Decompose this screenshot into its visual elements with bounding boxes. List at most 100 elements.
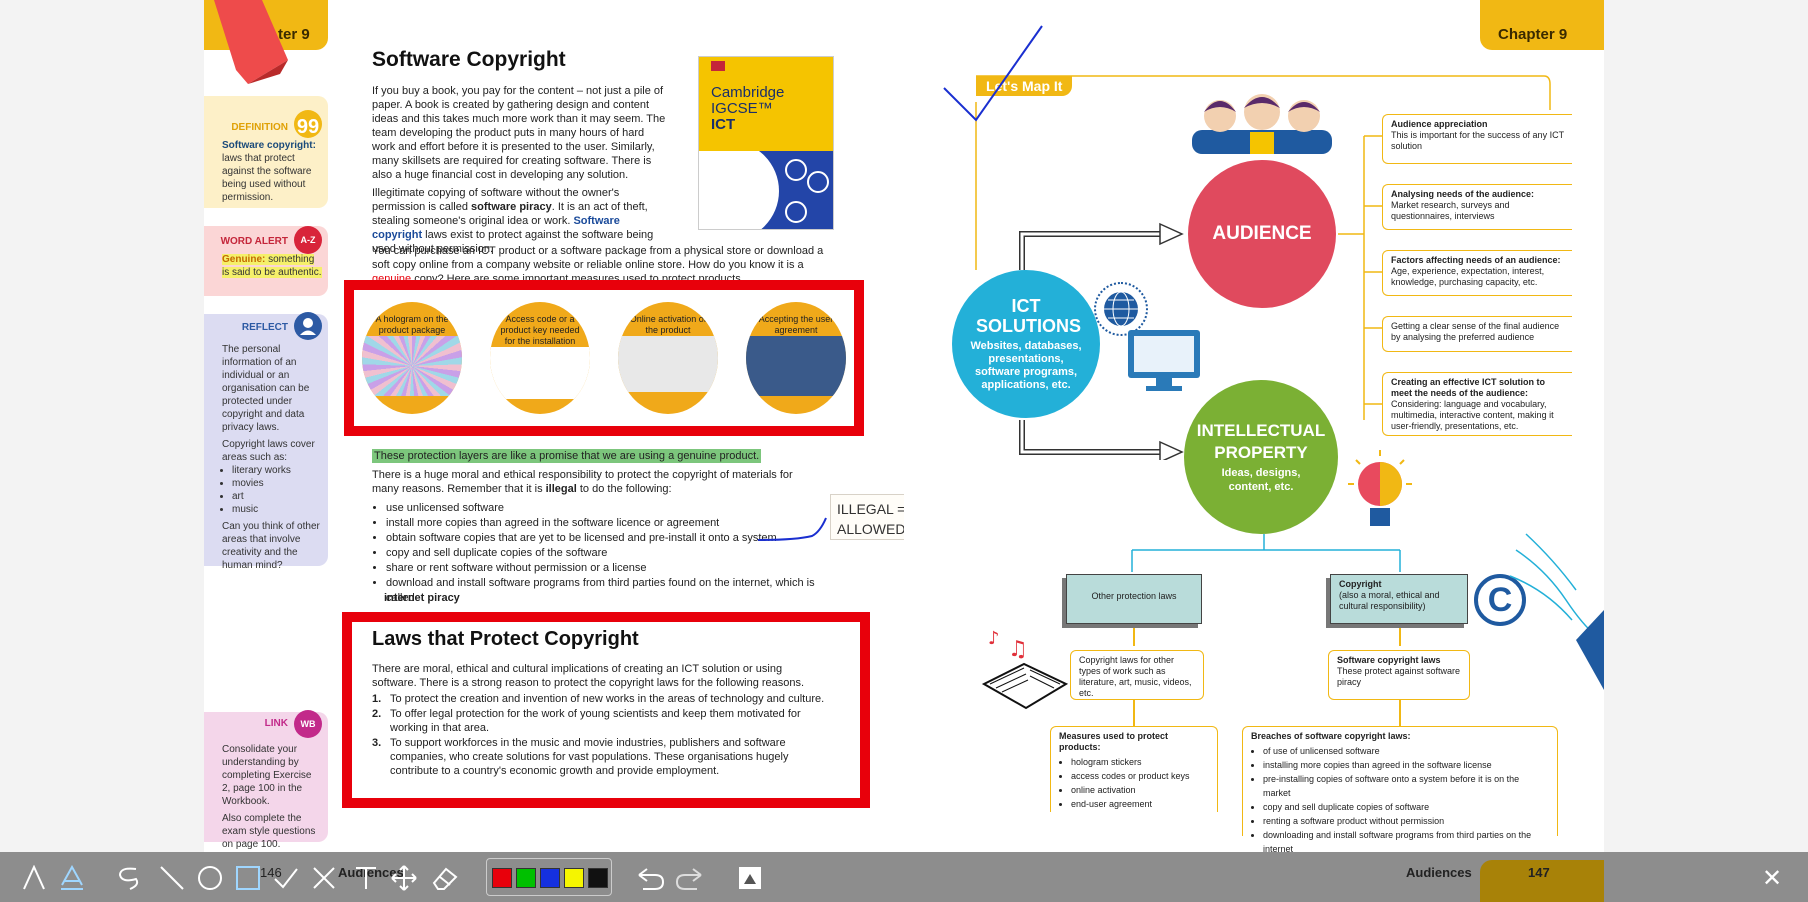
list-item: renting a software product without permi… — [1263, 814, 1549, 828]
circle-icon — [198, 866, 222, 890]
laws-text: To protect the creation and invention of… — [390, 693, 825, 705]
measure-caption: Online activation of the product — [629, 314, 707, 335]
audience-people-icon — [1192, 88, 1332, 154]
lasso-icon — [118, 867, 139, 890]
footer-label-right: Audiences — [1406, 865, 1472, 880]
ip-subtitle: Ideas, designs, content, etc. — [1221, 467, 1301, 493]
moral-paragraph: There is a huge moral and ethical respon… — [372, 468, 812, 496]
cross-tool-button[interactable] — [308, 862, 340, 894]
laws-list: 1. To protect the creation and invention … — [372, 692, 832, 778]
box-bold: Creating an effective ICT solution to me… — [1391, 377, 1546, 398]
color-swatch-green[interactable] — [516, 868, 536, 888]
text-box-tool-button[interactable] — [350, 862, 382, 894]
checkmark-icon — [274, 868, 298, 889]
laws-num: 2. — [372, 708, 382, 720]
page-number-right: 147 — [1528, 865, 1550, 880]
reflect-p2: Copyright laws cover areas such as: — [222, 439, 315, 463]
copyright-box-sub: (also a moral, ethical and cultural resp… — [1339, 590, 1440, 611]
copyright-other-types-box: Copyright laws for other types of work s… — [1070, 650, 1204, 700]
box-text: Market research, surveys and questionnai… — [1391, 200, 1510, 221]
brush-clear-icon — [739, 867, 761, 889]
text-tool-icon — [23, 865, 45, 890]
intro-paragraph-3: You can purchase an ICT product or a sof… — [372, 244, 832, 284]
eraser-icon — [432, 867, 458, 890]
box-bold: Audience appreciation — [1391, 119, 1488, 129]
term-software-piracy: software piracy — [471, 201, 552, 213]
redo-button[interactable] — [674, 862, 706, 894]
monitor-icon — [1126, 328, 1202, 394]
color-swatch-black[interactable] — [588, 868, 608, 888]
link-p2: Also complete the exam style questions o… — [222, 813, 316, 850]
music-book-icon: ♪ ♫ — [981, 628, 1069, 710]
reflect-person-icon — [294, 312, 322, 340]
text-highlight-tool-button[interactable] — [56, 862, 88, 894]
text-run: You can purchase an ICT product or a sof… — [372, 245, 824, 271]
list-item: copy and sell duplicate copies of softwa… — [1263, 800, 1549, 814]
pen-stroke-annotation[interactable] — [756, 514, 830, 544]
reflect-item: art — [232, 490, 322, 503]
undo-icon — [638, 868, 665, 890]
cover-title: Cambridge IGCSE™ ICT — [699, 71, 833, 133]
audience-box: Getting a clear sense of the final audie… — [1382, 316, 1572, 352]
access-code-measure: Access code or a product key needed for … — [490, 302, 590, 414]
rectangle-tool-button[interactable] — [232, 862, 264, 894]
laws-num: 3. — [372, 737, 382, 749]
laws-num: 1. — [372, 693, 382, 705]
audience-box: Audience appreciation This is important f… — [1382, 114, 1572, 164]
audience-box: Creating an effective ICT solution to me… — [1382, 372, 1572, 436]
breaches-box: Breaches of software copyright laws: of … — [1242, 726, 1558, 854]
text-tool-button[interactable] — [18, 862, 50, 894]
list-item: pre-installing copies of software onto a… — [1263, 772, 1549, 800]
breaches-title: Breaches of software copyright laws: — [1251, 731, 1411, 741]
reflect-p1: The personal information of an individua… — [222, 344, 310, 433]
color-swatch-blue[interactable] — [540, 868, 560, 888]
reflect-text: The personal information of an individua… — [204, 333, 328, 572]
measures-box: Measures used to protect products: holog… — [1050, 726, 1218, 812]
line-icon — [160, 866, 184, 890]
definition-quote-icon: 99 — [294, 110, 322, 138]
page-title: Software Copyright — [372, 48, 566, 71]
list-item: hologram stickers — [1071, 755, 1209, 769]
undo-button[interactable] — [634, 862, 666, 894]
bookmark-ribbon-icon — [214, 0, 288, 84]
reflect-item: music — [232, 503, 322, 516]
phone-icon — [746, 336, 846, 396]
copyright-box: Copyright (also a moral, ethical and cult… — [1330, 574, 1468, 624]
section-title: Laws that Protect Copyright — [372, 628, 639, 650]
freehand-tool-button[interactable] — [114, 862, 146, 894]
software-laws-text: These protect against software piracy — [1337, 666, 1461, 687]
box-text: This is important for the success of any… — [1391, 130, 1564, 151]
box-text: Age, experience, expectation, interest, … — [1391, 266, 1545, 287]
check-tool-button[interactable] — [270, 862, 302, 894]
audience-box: Factors affecting needs of an audience: … — [1382, 250, 1572, 296]
measure-caption: Accepting the user agreement — [758, 314, 834, 335]
line-tool-button[interactable] — [156, 862, 188, 894]
hand-illustration-icon — [1509, 533, 1604, 690]
intellectual-property-circle: INTELLECTUAL PROPERTY Ideas, designs, co… — [1184, 380, 1338, 534]
term-internet-piracy: internet piracy — [384, 592, 460, 604]
measure-caption: A hologram on the product package — [375, 314, 449, 335]
cover-line: Cambridge — [711, 84, 785, 101]
pen-checkmark-annotation[interactable] — [940, 22, 1046, 124]
measures-title: Measures used to protect products: — [1059, 731, 1169, 752]
key-form-icon — [490, 347, 590, 399]
color-swatch-red[interactable] — [492, 868, 512, 888]
definition-body: laws that protect against the software b… — [222, 153, 312, 203]
cover-line: IGCSE™ — [711, 100, 773, 117]
word-alert-term: Genuine: — [222, 254, 266, 265]
clear-all-button[interactable] — [734, 862, 766, 894]
cross-icon — [313, 867, 335, 889]
list-item: installing more copies than agreed in th… — [1263, 758, 1549, 772]
close-toolbar-button[interactable]: ✕ — [1756, 862, 1788, 894]
move-tool-button[interactable] — [388, 862, 420, 894]
list-item: end-user agreement — [1071, 797, 1209, 811]
circle-tool-button[interactable] — [194, 862, 226, 894]
laws-item: 3. To support workforces in the music and… — [372, 736, 832, 778]
lightbulb-brain-icon — [1340, 448, 1420, 538]
color-swatch-yellow[interactable] — [564, 868, 584, 888]
hologram-measure: A hologram on the product package — [362, 302, 462, 414]
definition-term: Software copyright: — [222, 140, 316, 151]
svg-text:♪: ♪ — [988, 628, 1000, 649]
laws-item: 1. To protect the creation and invention … — [372, 692, 832, 706]
eraser-tool-button[interactable] — [428, 862, 460, 894]
